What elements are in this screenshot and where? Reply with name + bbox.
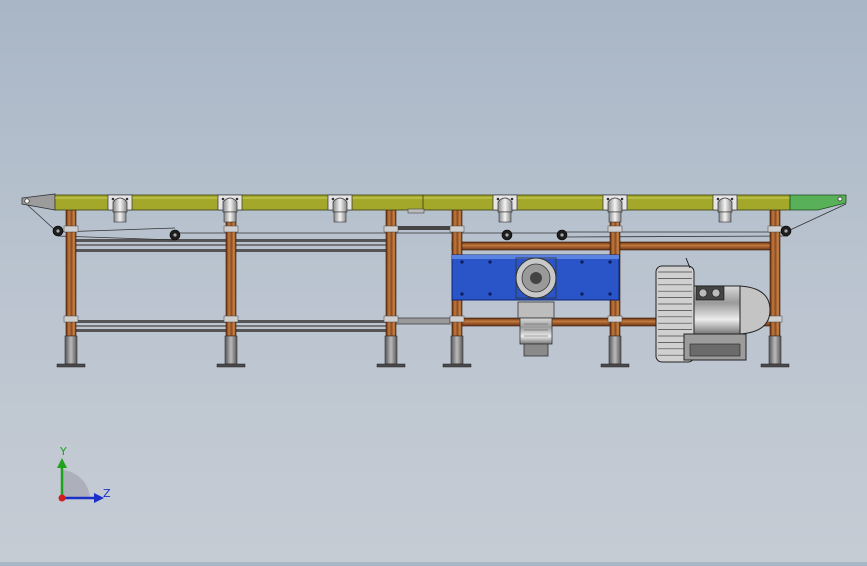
idler-pulley bbox=[780, 225, 792, 237]
motor-fan-cover bbox=[739, 285, 771, 335]
leveling-foot bbox=[376, 335, 406, 368]
vacuum-blower-motor-icon bbox=[655, 257, 771, 363]
idler-pulley bbox=[52, 225, 64, 237]
idler-pulley bbox=[169, 229, 181, 241]
vacuum-cup bbox=[107, 194, 133, 223]
vacuum-cup bbox=[602, 194, 628, 223]
vacuum-cup bbox=[217, 194, 243, 223]
axis-triad: Y Z bbox=[57, 445, 111, 503]
leveling-foot bbox=[56, 335, 86, 368]
y-axis-label: Y bbox=[59, 445, 67, 458]
gearbox-drive bbox=[451, 254, 620, 357]
idler-pulley bbox=[501, 229, 513, 241]
leveling-foot bbox=[442, 335, 472, 368]
idler-pulley bbox=[556, 229, 568, 241]
leveling-foot bbox=[760, 335, 790, 368]
x-axis-point bbox=[58, 494, 66, 502]
cad-viewport[interactable]: Y Z bbox=[0, 0, 867, 562]
leveling-foot bbox=[216, 335, 246, 368]
conveyor-assembly-drawing: Y Z bbox=[21, 193, 847, 503]
axis-plane-arc bbox=[62, 470, 90, 498]
z-axis-label: Z bbox=[103, 487, 111, 500]
vacuum-cup bbox=[327, 194, 353, 223]
vacuum-cup bbox=[492, 194, 518, 223]
leveling-foot bbox=[600, 335, 630, 368]
vacuum-cup bbox=[712, 194, 738, 223]
conveyor-top-rail bbox=[54, 194, 791, 211]
